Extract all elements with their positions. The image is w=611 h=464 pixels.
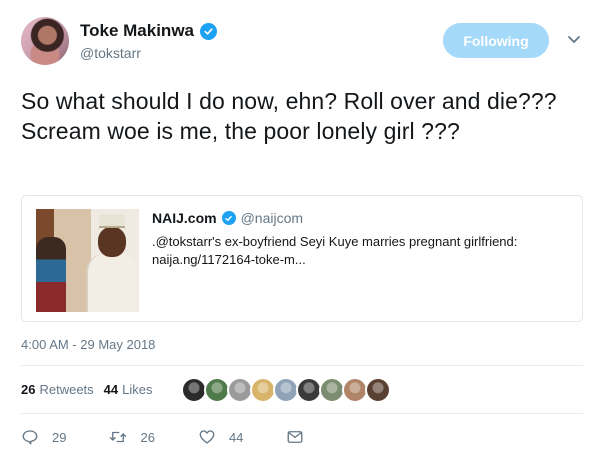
direct-message-button[interactable] [286,428,304,446]
retweet-button[interactable]: 26 [109,428,155,446]
like-count: 44 [228,429,244,445]
retweet-icon [110,431,127,443]
envelope-icon [287,431,303,443]
tweet-actions: 29 26 44 [21,428,347,446]
likers-avatars [181,377,391,403]
likes-label: Likes [122,382,153,397]
like-button[interactable]: 44 [198,428,243,446]
reply-count: 29 [52,429,67,445]
quoted-tweet-thumbnail [36,209,139,312]
quoted-tweet-text: .@tokstarr's ex-boyfriend Seyi Kuye marr… [152,234,518,267]
author-avatar[interactable] [21,17,69,65]
quoted-author-handle: @naijcom [240,210,304,226]
divider [21,413,583,414]
quoted-author-name: NAIJ.com [152,210,217,226]
divider [21,365,583,366]
verified-badge-icon [200,22,217,40]
author-handle[interactable]: @tokstarr [80,45,141,61]
author-name-row: Toke Makinwa [80,21,217,41]
heart-icon [199,430,215,444]
chevron-down-icon[interactable] [566,34,582,46]
reply-icon [22,430,38,445]
retweets-stat[interactable]: 26 Retweets [21,382,94,397]
quoted-tweet-card[interactable]: NAIJ.com @naijcom .@tokstarr's ex-boyfri… [21,195,583,322]
author-display-name[interactable]: Toke Makinwa [80,21,194,41]
retweets-count: 26 [21,382,36,397]
tweet-timestamp[interactable]: 4:00 AM - 29 May 2018 [21,337,155,352]
verified-badge-icon [221,211,236,225]
likes-stat[interactable]: 44 Likes [104,382,153,397]
retweet-count: 26 [140,429,155,445]
following-button[interactable]: Following [443,23,549,58]
liker-avatar[interactable] [365,377,391,403]
thumbnail-person-right [86,214,138,312]
quoted-tweet-header: NAIJ.com @naijcom [152,210,303,226]
thumbnail-person-left [36,237,66,312]
reply-button[interactable]: 29 [21,428,66,446]
tweet-stats: 26 Retweets 44 Likes [21,382,163,397]
tweet-container: Toke Makinwa @tokstarr Following So what… [0,0,611,464]
retweets-label: Retweets [39,382,94,397]
tweet-text: So what should I do now, ehn? Roll over … [21,88,557,144]
likes-count: 44 [103,382,119,397]
